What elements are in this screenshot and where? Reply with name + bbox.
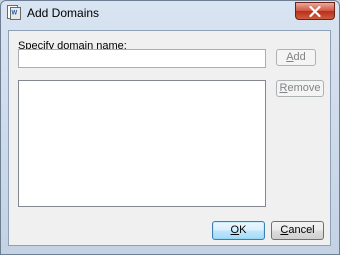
remove-button-label: emove (287, 82, 321, 94)
window-title: Add Domains (27, 6, 100, 20)
add-button[interactable]: Add (276, 49, 316, 66)
remove-button[interactable]: Remove (276, 80, 324, 97)
ok-button[interactable]: OK (212, 221, 265, 240)
add-button-accelerator: A (286, 51, 294, 63)
close-button[interactable] (295, 2, 335, 20)
close-icon (309, 6, 321, 17)
ok-button-accelerator: O (230, 224, 240, 236)
cancel-button-label: ancel (288, 224, 315, 236)
domains-listbox[interactable] (18, 80, 266, 207)
dialog-client-area: Specify domain name: Add Remove OK Cance… (8, 30, 331, 246)
svg-text:W: W (12, 11, 18, 17)
ok-button-label: K (239, 224, 247, 236)
cancel-button[interactable]: Cancel (271, 221, 324, 240)
add-domains-dialog: W Add Domains Specify domain name: Add R… (0, 0, 340, 255)
domains-app-icon: W (7, 5, 21, 20)
domain-name-input[interactable] (18, 49, 266, 68)
add-button-label: dd (293, 51, 306, 63)
title-bar[interactable]: W Add Domains (1, 1, 339, 25)
